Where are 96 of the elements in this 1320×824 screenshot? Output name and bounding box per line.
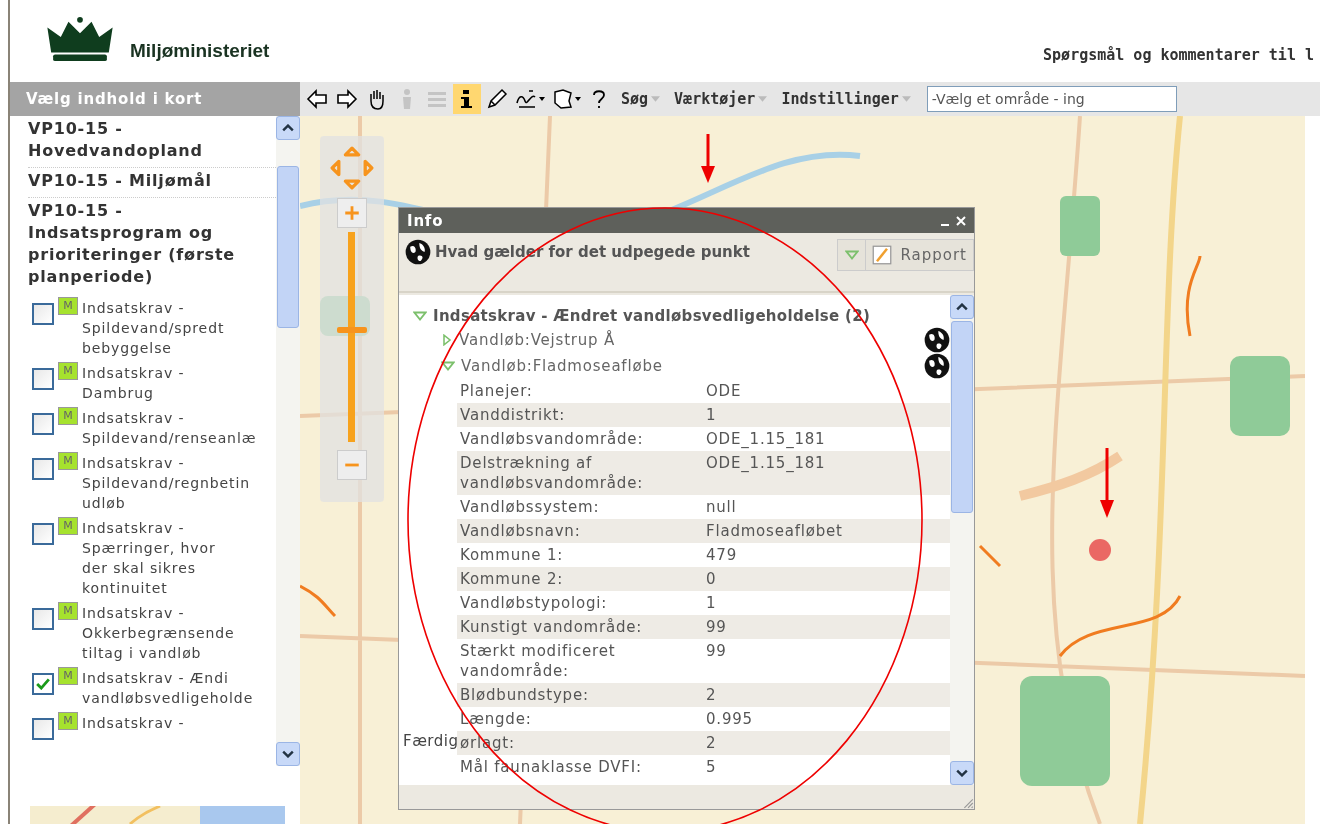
arrow-up-icon[interactable] xyxy=(282,124,294,132)
resize-grip-icon[interactable] xyxy=(962,797,974,809)
caret-icon xyxy=(758,96,768,102)
menu-button[interactable]: Søg xyxy=(615,90,667,108)
globe-icon[interactable] xyxy=(924,327,950,353)
result-item-label[interactable]: Vandløb:Fladmoseafløbe xyxy=(461,357,918,375)
back-icon xyxy=(305,87,329,111)
menu-button[interactable]: Indstillinger xyxy=(775,90,917,108)
legend-badge: M xyxy=(58,602,78,620)
caret-icon xyxy=(575,97,581,101)
globe-icon xyxy=(405,239,431,265)
attribute-name: Vandløbsnavn: xyxy=(460,521,582,541)
layer-label: Indsatskrav - Spærringer, hvor der skal sikres kontinuitet xyxy=(82,519,216,598)
layer-label: Indsatskrav - Spildevand/regnbetin udløb xyxy=(82,454,250,513)
layer-checkbox[interactable] xyxy=(32,458,54,480)
layer-checkbox[interactable] xyxy=(32,303,54,325)
attribute-value: ODE xyxy=(706,381,742,401)
attribute-name: Planejer: xyxy=(460,381,534,401)
legend-badge: M xyxy=(58,362,78,380)
attribute-name: Vandløbstypologi: xyxy=(460,593,609,613)
attribute-name: Delstrækning af vandløbsvandområde: xyxy=(460,453,645,493)
attribute-name: Blødbundstype: xyxy=(460,685,590,705)
caret-icon xyxy=(651,96,661,102)
report-icon xyxy=(872,245,893,265)
layer-label: Indsatskrav - Dambrug xyxy=(82,364,185,403)
legend-badge: M xyxy=(58,517,78,535)
menu-button[interactable]: Værktøjer xyxy=(668,90,774,108)
pen-icon xyxy=(485,87,509,111)
arrow-up-icon[interactable] xyxy=(956,303,968,311)
attribute-name: Vandløbssystem: xyxy=(460,497,601,517)
attribute-value: Fladmoseafløbet xyxy=(706,521,843,541)
attribute-value: 99 xyxy=(706,641,727,662)
attribute-value: 2 xyxy=(706,733,717,753)
attribute-value: 99 xyxy=(706,617,727,637)
report-button[interactable]: Rapport xyxy=(866,240,973,270)
layer-label: Indsatskrav - Okkerbegrænsende tiltag i vandløb xyxy=(82,604,235,663)
attribute-name: Kommune 2: xyxy=(460,569,565,589)
feedback-link[interactable]: Spørgsmål og kommentarer til l xyxy=(1043,46,1314,64)
legend-badge: M xyxy=(58,452,78,470)
layer-checkbox[interactable] xyxy=(32,718,54,740)
legend-badge: M xyxy=(58,712,78,730)
attribute-name: Kunstigt vandområde: xyxy=(460,617,644,637)
info-tool-button[interactable] xyxy=(453,84,481,114)
attribute-value: 1 xyxy=(706,405,717,425)
scrollbar[interactable] xyxy=(276,116,300,766)
annotation-arrow xyxy=(1100,448,1114,518)
globe-icon[interactable] xyxy=(924,353,950,379)
plus-icon xyxy=(343,204,361,222)
legend-badge: M xyxy=(58,297,78,315)
attribute-value: 479 xyxy=(706,545,738,565)
attribute-value: 0 xyxy=(706,569,717,589)
legend-badge: M xyxy=(58,407,78,425)
attribute-value: 5 xyxy=(706,757,717,777)
layer-label: Indsatskrav - Ændi vandløbsvedligeholde xyxy=(82,669,254,708)
attribute-value: 2 xyxy=(706,685,717,705)
scrollbar[interactable] xyxy=(950,295,974,785)
caret-icon xyxy=(844,250,859,260)
sidebar-title: Vælg indhold i kort xyxy=(10,82,300,116)
close-icon[interactable] xyxy=(956,215,966,226)
status-text: Færdig xyxy=(403,732,459,750)
area-select-field[interactable]: -Vælg et område - ing xyxy=(926,86,1177,112)
expand-icon[interactable] xyxy=(441,361,455,371)
attribute-value: null xyxy=(706,497,737,517)
attribute-name: Vandløbsvandområde: xyxy=(460,429,645,449)
check-icon xyxy=(36,678,50,690)
layer-checkbox[interactable] xyxy=(32,523,54,545)
attribute-name: Kommune 1: xyxy=(460,545,565,565)
scrollbar-thumb[interactable] xyxy=(277,166,299,328)
layer-checkbox[interactable] xyxy=(32,413,54,435)
result-item-label[interactable]: Vandløb:Vejstrup Å xyxy=(459,331,918,349)
org-name: Miljøministeriet xyxy=(130,40,270,62)
caret-icon xyxy=(539,97,545,101)
zoom-slider-thumb[interactable] xyxy=(337,326,367,333)
layer-checkbox[interactable] xyxy=(32,368,54,390)
arrow-down-icon[interactable] xyxy=(282,750,294,758)
layer-checkbox[interactable] xyxy=(32,673,54,695)
attribute-name: Stærkt modificeret vandområde: xyxy=(460,641,617,681)
minus-icon xyxy=(343,463,361,467)
arrow-down-icon[interactable] xyxy=(956,769,968,777)
attribute-value: ODE_1.15_181 xyxy=(706,429,826,449)
window-title: Info xyxy=(407,211,445,230)
forward-icon xyxy=(335,87,359,111)
layer-group-heading[interactable]: VP10-15 - Indsatsprogram og prioriteringer (første planperiode) xyxy=(28,198,276,293)
caret-icon xyxy=(901,96,911,102)
attribute-name: Vanddistrikt: xyxy=(460,405,567,425)
attribute-value: 0.995 xyxy=(706,709,753,729)
layer-label: Indsatskrav - xyxy=(82,714,185,733)
attribute-value: ODE_1.15_181 xyxy=(706,453,826,474)
attribute-value: 1 xyxy=(706,593,717,613)
layer-label: Indsatskrav - Spildevand/renseanlæ xyxy=(82,409,257,448)
layer-label: Indsatskrav - Spildevand/spredt bebyggelse xyxy=(82,299,225,358)
legend-badge: M xyxy=(58,667,78,685)
annotation-arrow xyxy=(701,134,715,183)
shape-icon xyxy=(551,87,575,111)
layer-checkbox[interactable] xyxy=(32,608,54,630)
scrollbar-thumb[interactable] xyxy=(951,321,973,513)
